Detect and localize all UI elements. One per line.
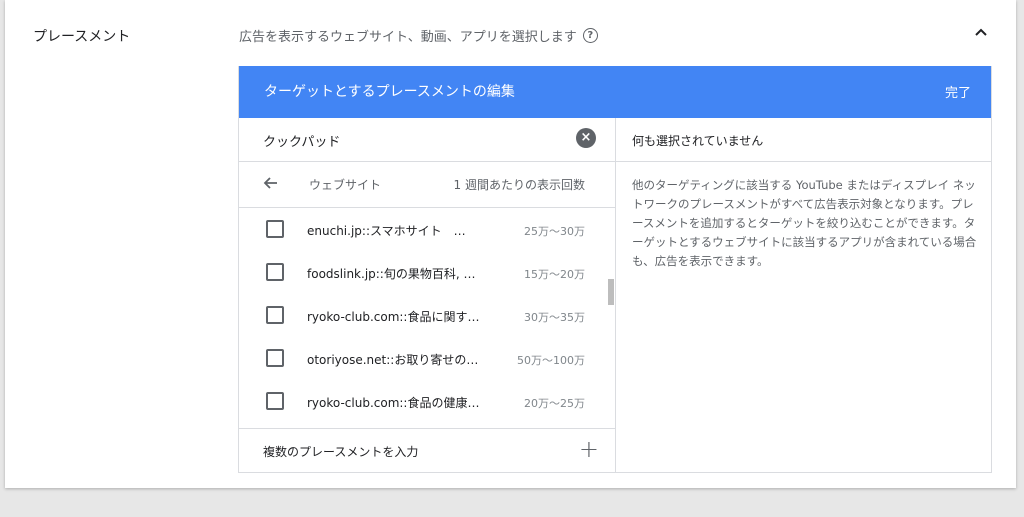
checkbox[interactable] (266, 220, 284, 238)
checkbox[interactable] (266, 306, 284, 324)
list-item[interactable]: enuchi.jp::スマホサイト … 25万～30万 (239, 208, 599, 251)
impressions-column-header: 1 週間あたりの表示回数 (453, 178, 585, 192)
item-name: otoriyose.net::お取り寄せの… (307, 353, 479, 367)
multi-placement-row[interactable]: 複数のプレースメントを入力 + (239, 428, 615, 473)
list-item[interactable]: ryoko-club.com::食品に関す… 30万～35万 (239, 294, 599, 337)
placement-list: enuchi.jp::スマホサイト … 25万～30万 foodslink.jp… (239, 208, 615, 428)
checkbox[interactable] (266, 392, 284, 410)
browse-pane: クックパッド × ウェブサイト 1 週間あたりの表示回数 enuchi.jp::… (239, 118, 616, 472)
item-name: enuchi.jp::スマホサイト … (307, 224, 466, 238)
placement-card: プレースメント 広告を表示するウェブサイト、動画、アプリを選択します ? ターゲ… (5, 0, 1016, 488)
section-label: プレースメント (33, 29, 131, 45)
back-arrow-icon[interactable] (261, 173, 281, 193)
item-count: 50万～100万 (517, 354, 585, 367)
list-item[interactable]: otoriyose.net::お取り寄せの… 50万～100万 (239, 337, 599, 380)
section-description-text: 広告を表示するウェブサイト、動画、アプリを選択します (239, 30, 577, 45)
item-name: ryoko-club.com::食品に関す… (307, 310, 480, 324)
section-description: 広告を表示するウェブサイト、動画、アプリを選択します ? (239, 26, 598, 45)
checkbox[interactable] (266, 263, 284, 281)
list-item[interactable]: foodslink.jp::旬の果物百科, … 15万～20万 (239, 251, 599, 294)
item-count: 30万～35万 (524, 311, 585, 324)
selected-header: 何も選択されていません (616, 118, 991, 162)
done-button[interactable]: 完了 (945, 82, 971, 101)
search-row[interactable]: クックパッド × (239, 118, 615, 162)
item-name: foodslink.jp::旬の果物百科, … (307, 267, 476, 281)
item-name: ryoko-club.com::食品の健康… (307, 396, 480, 410)
multi-placement-label: 複数のプレースメントを入力 (263, 445, 419, 459)
selected-pane: 何も選択されていません 他のターゲティングに該当する YouTube またはディ… (616, 118, 991, 472)
checkbox[interactable] (266, 349, 284, 367)
selected-description: 他のターゲティングに該当する YouTube またはディスプレイ ネットワークの… (632, 178, 977, 268)
editor-header: ターゲットとするプレースメントの編集 完了 (239, 66, 991, 118)
category-nav: ウェブサイト 1 週間あたりの表示回数 (239, 162, 615, 208)
clear-search-icon[interactable]: × (576, 128, 596, 148)
item-count: 15万～20万 (524, 268, 585, 281)
item-count: 25万～30万 (524, 225, 585, 238)
list-item[interactable]: ryoko-club.com::食品の健康… 20万～25万 (239, 380, 599, 423)
item-count: 20万～25万 (524, 397, 585, 410)
selected-title: 何も選択されていません (632, 134, 764, 148)
placement-editor: ターゲットとするプレースメントの編集 完了 クックパッド × ウェブサイト 1 … (238, 66, 992, 473)
editor-title: ターゲットとするプレースメントの編集 (264, 84, 515, 100)
chevron-up-icon[interactable] (971, 22, 991, 42)
search-input[interactable]: クックパッド (263, 131, 340, 150)
list-scrollbar[interactable] (608, 279, 614, 305)
plus-icon[interactable]: + (579, 435, 599, 463)
category-label: ウェブサイト (309, 178, 382, 192)
help-icon[interactable]: ? (582, 28, 598, 43)
